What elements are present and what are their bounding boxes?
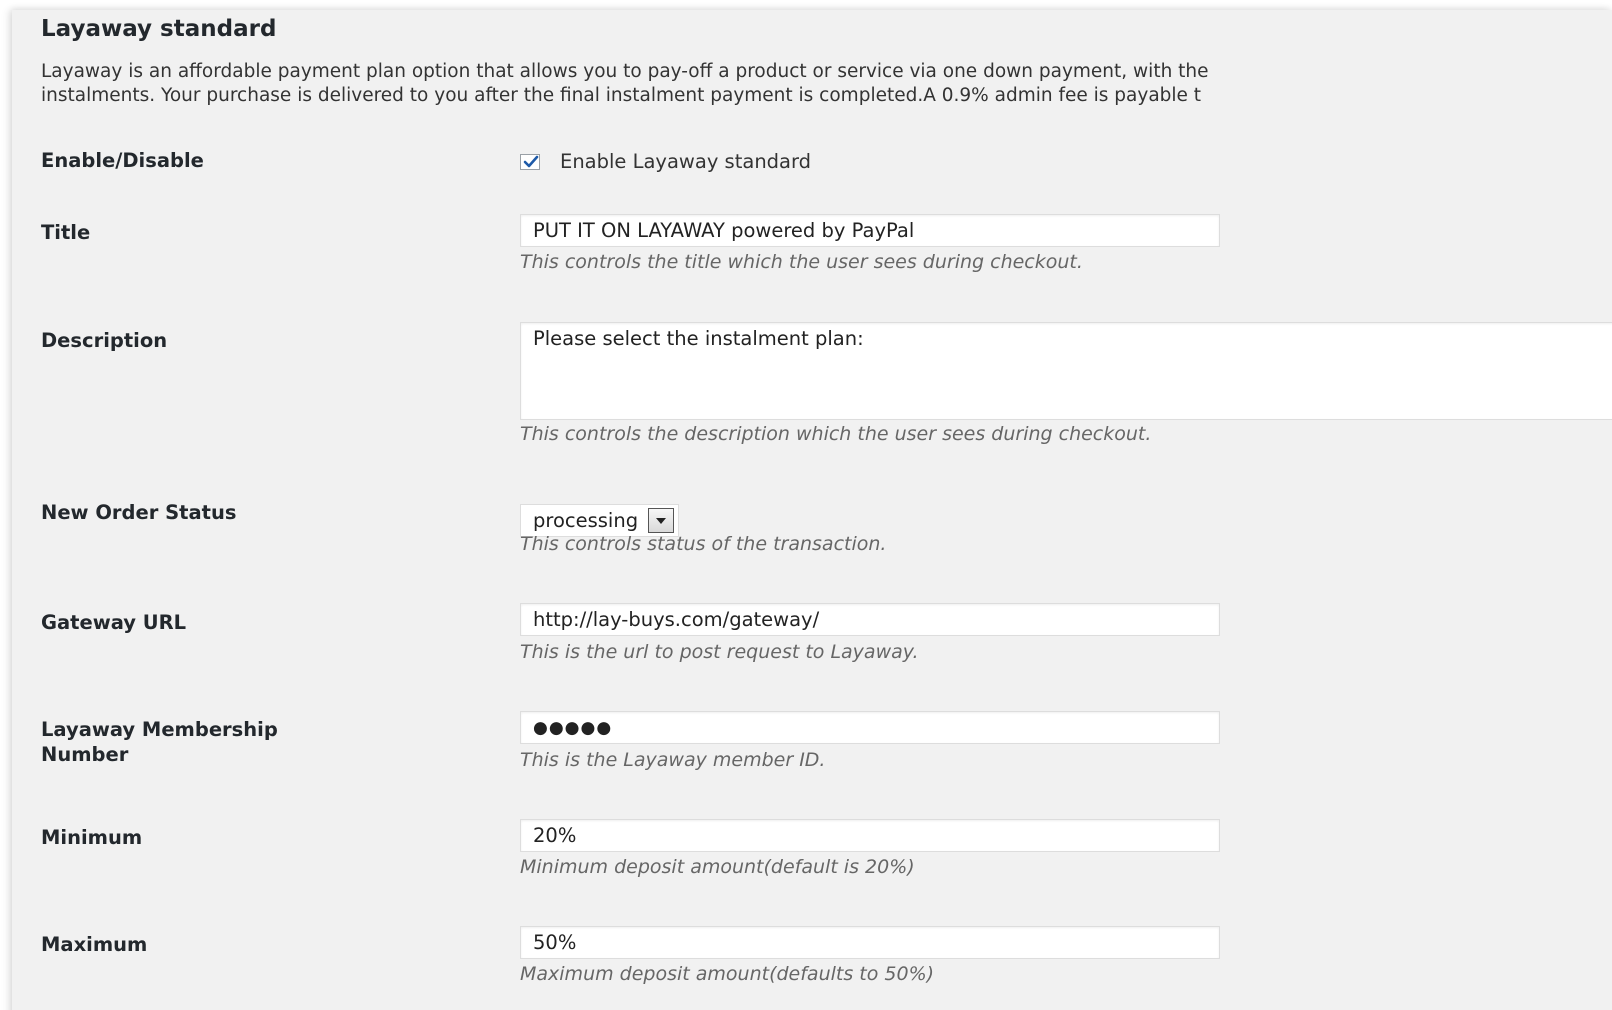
title-label: Title: [41, 221, 91, 244]
checkmark-icon: [523, 155, 539, 167]
settings-panel: Layaway standard Layaway is an affordabl…: [12, 10, 1612, 1010]
gateway-url-help: This is the url to post request to Layaw…: [520, 641, 919, 663]
minimum-help: Minimum deposit amount(default is 20%): [520, 856, 915, 878]
section-intro: Layaway is an affordable payment plan op…: [41, 60, 1612, 108]
title-input[interactable]: [520, 214, 1220, 247]
membership-label-line-1: Layaway Membership: [41, 718, 278, 741]
minimum-input[interactable]: [520, 819, 1220, 852]
membership-help: This is the Layaway member ID.: [520, 749, 826, 771]
membership-label-line-2: Number: [41, 743, 129, 766]
gateway-url-input[interactable]: [520, 603, 1220, 636]
maximum-field-wrap: [520, 926, 1220, 959]
minimum-label: Minimum: [41, 826, 143, 849]
gateway-url-field-wrap: [520, 603, 1220, 636]
maximum-input[interactable]: [520, 926, 1220, 959]
order-status-value: processing: [533, 509, 639, 532]
description-help: This controls the description which the …: [520, 423, 1152, 445]
enable-checkbox-label[interactable]: Enable Layaway standard: [560, 150, 811, 173]
enable-checkbox-group[interactable]: Enable Layaway standard: [520, 150, 811, 173]
enable-label: Enable/Disable: [41, 149, 204, 172]
intro-line-1: Layaway is an affordable payment plan op…: [41, 61, 1209, 82]
order-status-help: This controls status of the transaction.: [520, 533, 887, 555]
title-help: This controls the title which the user s…: [520, 251, 1083, 273]
title-field-wrap: [520, 214, 1220, 247]
description-textarea[interactable]: Please select the instalment plan:: [520, 322, 1612, 420]
intro-line-2: instalments. Your purchase is delivered …: [41, 85, 1202, 106]
description-field-wrap: Please select the instalment plan:: [520, 322, 1612, 420]
membership-password-input[interactable]: [520, 711, 1220, 744]
order-status-label: New Order Status: [41, 501, 237, 524]
chevron-down-icon[interactable]: [648, 508, 675, 533]
gateway-url-label: Gateway URL: [41, 611, 187, 634]
maximum-label: Maximum: [41, 933, 148, 956]
enable-checkbox[interactable]: [520, 153, 540, 170]
section-title: Layaway standard: [41, 16, 277, 42]
maximum-help: Maximum deposit amount(defaults to 50%): [520, 963, 935, 985]
description-label: Description: [41, 329, 168, 352]
minimum-field-wrap: [520, 819, 1220, 852]
membership-field-wrap: [520, 711, 1220, 744]
membership-label: Layaway Membership Number: [41, 717, 401, 767]
